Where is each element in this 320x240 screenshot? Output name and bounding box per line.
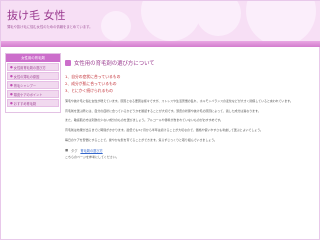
post-icon bbox=[65, 60, 71, 66]
bullet-icon: ● bbox=[10, 65, 13, 69]
table-of-contents: 1、自分の症状に合っているもの 2、成分が肌に合っているもの 3、とにかく続けら… bbox=[65, 73, 315, 94]
sidebar-item-label: 女性の薄毛の原因 bbox=[13, 74, 40, 79]
sidebar-item[interactable]: ● 女性の薄毛の原因 bbox=[7, 72, 59, 80]
sidebar-item-label: 女性用育毛剤の選び方 bbox=[13, 65, 46, 70]
site-header: 抜け毛 女性 薄毛や抜け毛に悩む女性のための情報をまとめています。 bbox=[1, 1, 320, 41]
paragraph: 育毛剤を選ぶ際には、自分の症状に合っているかどうかを確認することが大切です。頭皮… bbox=[65, 108, 261, 113]
toc-item[interactable]: 2、成分が肌に合っているもの bbox=[65, 80, 315, 87]
sidebar-item-label: 頭皮ケアのポイント bbox=[13, 92, 43, 97]
sidebar-item[interactable]: ● 育毛シャンプー bbox=[7, 81, 59, 89]
paragraph: また、敏感肌の方は刺激の少ない成分のものを選びましょう。アルコールや香料が含まれ… bbox=[65, 118, 223, 123]
header-bubble bbox=[196, 1, 241, 36]
tags-label: タグ bbox=[71, 148, 78, 153]
sidebar-heading: 女性用の育毛剤 bbox=[6, 54, 60, 62]
toc-item[interactable]: 1、自分の症状に合っているもの bbox=[65, 73, 315, 80]
paragraph: 毎日のケアを習慣にすることで、健やかな髪を育てることができます。焦らずじっくりと… bbox=[65, 137, 217, 142]
tag-link[interactable]: 育毛剤の選び方 bbox=[80, 148, 102, 153]
bullet-icon: ● bbox=[10, 92, 13, 96]
bullet-icon: ● bbox=[10, 101, 13, 105]
sidebar-item[interactable]: ● 頭皮ケアのポイント bbox=[7, 90, 59, 98]
page-frame: 抜け毛 女性 薄毛や抜け毛に悩む女性のための情報をまとめています。 女性用の育毛… bbox=[0, 0, 320, 240]
main-content: 女性用の育毛剤の選び方について 1、自分の症状に合っているもの 2、成分が肌に合… bbox=[65, 53, 315, 239]
header-bubble bbox=[246, 1, 316, 41]
sidebar-item-label: 育毛シャンプー bbox=[13, 83, 37, 88]
post-title-text: 女性用の育毛剤の選び方について bbox=[74, 61, 155, 67]
nav-bar bbox=[1, 41, 320, 47]
sidebar-item-label: おすすめ育毛剤 bbox=[13, 101, 37, 106]
post-title: 女性用の育毛剤の選び方について bbox=[65, 59, 315, 67]
header-bubble bbox=[141, 1, 201, 41]
bullet-icon: ● bbox=[10, 83, 13, 87]
sidebar: 女性用の育毛剤 ● 女性用育毛剤の選び方 ● 女性の薄毛の原因 ● 育毛シャンプ… bbox=[5, 53, 61, 113]
site-description: 薄毛や抜け毛に悩む女性のための情報をまとめています。 bbox=[7, 25, 93, 29]
paragraph: 育毛剤は効果が出るまでに時間がかかります。最低でも3ヶ月から半年は続けることが大… bbox=[65, 128, 263, 133]
post-note: こちらのページを参考にしてください。 bbox=[65, 154, 119, 159]
paragraph: 薄毛や抜け毛に悩む女性が増えています。原因となる要因は様々ですが、ストレスや生活… bbox=[65, 99, 293, 103]
site-title[interactable]: 抜け毛 女性 bbox=[7, 7, 66, 23]
toc-item[interactable]: 3、とにかく続けられるもの bbox=[65, 87, 315, 94]
sidebar-item[interactable]: ● おすすめ育毛剤 bbox=[7, 99, 59, 107]
header-bubble bbox=[101, 11, 131, 41]
tag-icon: ■ bbox=[65, 148, 69, 153]
post-tags: ■ タグ 育毛剤の選び方 bbox=[65, 148, 315, 153]
sidebar-item[interactable]: ● 女性用育毛剤の選び方 bbox=[7, 63, 59, 71]
bullet-icon: ● bbox=[10, 74, 13, 78]
